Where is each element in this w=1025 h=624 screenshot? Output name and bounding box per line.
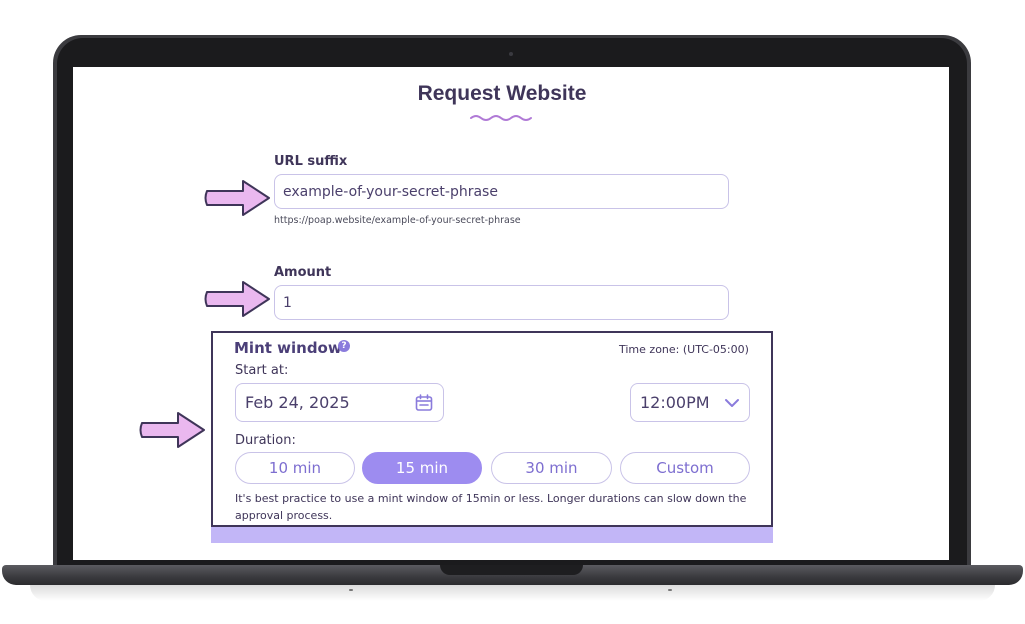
duration-30-button[interactable]: 30 min [491, 452, 612, 484]
mint-window-title: Mint window [234, 339, 342, 357]
laptop-shadow [30, 585, 995, 601]
url-suffix-input[interactable]: example-of-your-secret-phrase [274, 174, 729, 209]
page-title: Request Website [417, 82, 587, 105]
duration-15-button[interactable]: 15 min [362, 452, 482, 484]
calendar-icon[interactable] [414, 393, 434, 413]
arrow-right-icon [204, 281, 270, 317]
arrow-right-icon [139, 412, 205, 448]
duration-10-label: 10 min [268, 459, 322, 477]
mint-window-note: It's best practice to use a mint window … [235, 492, 747, 522]
duration-custom-button[interactable]: Custom [620, 452, 750, 484]
timezone-label: Time zone: (UTC-05:00) [619, 343, 749, 356]
start-time-select[interactable]: 12:00PM [630, 383, 750, 422]
amount-input[interactable]: 1 [274, 285, 729, 320]
duration-10-button[interactable]: 10 min [235, 452, 355, 484]
squiggle-decoration [470, 115, 532, 121]
laptop-foot-left [349, 589, 353, 591]
url-suffix-value: example-of-your-secret-phrase [283, 183, 498, 200]
arrow-right-icon [204, 180, 270, 216]
amount-value: 1 [283, 294, 292, 311]
laptop-camera [509, 52, 513, 56]
start-date-input[interactable]: Feb 24, 2025 [235, 383, 444, 422]
duration-15-label: 15 min [395, 459, 449, 477]
laptop-foot-right [668, 589, 672, 591]
duration-custom-label: Custom [656, 459, 714, 477]
start-time-value: 12:00PM [640, 393, 710, 412]
start-date-value: Feb 24, 2025 [245, 393, 350, 412]
url-preview: https://poap.website/example-of-your-sec… [274, 215, 521, 226]
duration-label: Duration: [235, 433, 296, 448]
duration-30-label: 30 min [525, 459, 578, 477]
help-icon[interactable]: ? [338, 340, 350, 352]
url-suffix-label: URL suffix [274, 154, 348, 169]
amount-label: Amount [274, 265, 332, 280]
chevron-down-icon [725, 398, 739, 407]
start-at-label: Start at: [235, 363, 289, 378]
panel-footer-strip [211, 527, 773, 543]
laptop-notch [440, 565, 583, 575]
